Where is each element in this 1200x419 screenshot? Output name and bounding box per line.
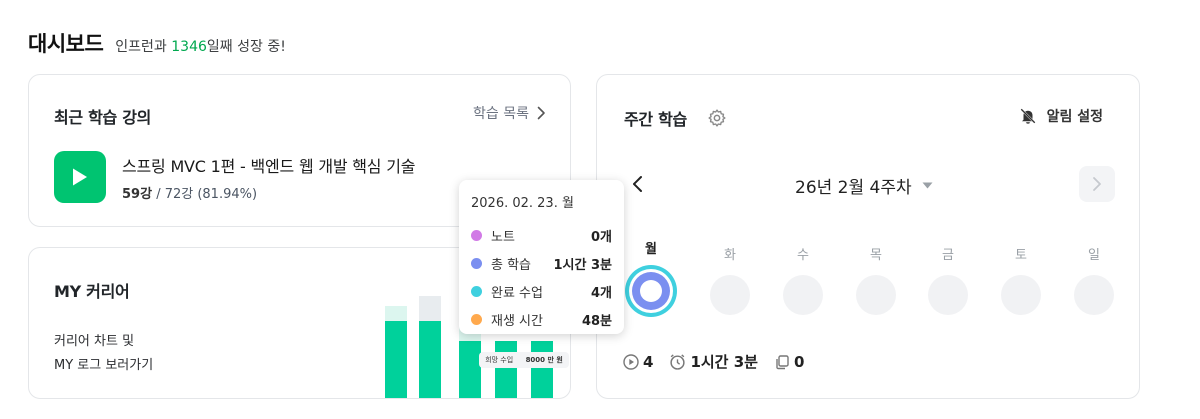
stat-lectures: 4 (623, 353, 653, 371)
weekly-stats: 4 1시간 3분 0 (623, 351, 820, 372)
day-label: 금 (942, 248, 954, 263)
weekly-card-title: 주간 학습 (624, 110, 687, 129)
chevron-right-icon (537, 106, 545, 120)
day-ring[interactable] (856, 275, 896, 315)
tooltip-row-notes: 노트 0개 (471, 221, 612, 249)
career-bar (531, 341, 553, 398)
day-label: 화 (724, 248, 736, 263)
week-selector[interactable]: 26년 2월 4주차 (795, 173, 933, 198)
progress-rest: / 72강 (81.94%) (152, 187, 258, 202)
recent-card-title: 최근 학습 강의 (54, 108, 152, 127)
career-desc-line2: MY 로그 보러가기 (54, 358, 154, 373)
day-ring[interactable] (1001, 275, 1041, 315)
course-list-link[interactable]: 학습 목록 (473, 103, 546, 123)
career-mini-label: 희망 수입 8000 만 원 (479, 352, 569, 368)
play-icon (73, 168, 87, 186)
chevron-right-icon (1093, 177, 1101, 191)
page-subtitle: 인프런과 1346일째 성장 중! (115, 36, 286, 56)
stat-notes: 0 (774, 353, 804, 371)
weekly-learning-card: 주간 학습 알림 설정 26년 2월 4주차 월 화 수 목 금 토 일 4 1… (596, 74, 1140, 399)
day-sat[interactable]: 토 (1001, 247, 1041, 315)
alarm-settings-button[interactable]: 알림 설정 (1019, 106, 1103, 126)
day-mon[interactable]: 월 (625, 242, 677, 317)
tooltip-value: 0개 (590, 229, 612, 245)
career-bar (495, 341, 517, 398)
day-sun[interactable]: 일 (1074, 247, 1114, 315)
legend-dot-icon (471, 257, 482, 269)
career-bar (459, 341, 481, 398)
page-header: 대시보드 인프런과 1346일째 성장 중! (28, 28, 286, 58)
tooltip-value: 1시간 3분 (553, 257, 613, 273)
day-label: 수 (797, 248, 809, 263)
tooltip-label: 노트 (491, 229, 515, 245)
tooltip-date: 2026. 02. 23. 월 (471, 196, 574, 211)
subtitle-prefix: 인프런과 (115, 39, 172, 55)
stat-lectures-value: 4 (643, 352, 654, 371)
day-tue[interactable]: 화 (710, 247, 750, 315)
day-thu[interactable]: 목 (856, 247, 896, 315)
tooltip-value: 4개 (590, 285, 612, 301)
mini-label-value: 8000 만 원 (525, 356, 563, 364)
tooltip-label: 총 학습 (491, 257, 532, 273)
stat-notes-value: 0 (793, 352, 805, 371)
tooltip-value: 48분 (581, 313, 612, 329)
caret-down-icon (922, 182, 933, 189)
day-label: 일 (1088, 248, 1100, 263)
progress-done: 59강 (122, 187, 153, 202)
legend-dot-icon (471, 229, 482, 241)
copy-note-icon (776, 354, 789, 369)
legend-dot-icon (471, 285, 482, 297)
tooltip-row-completed: 완료 수업 4개 (471, 277, 612, 305)
stat-time: 1시간 3분 (669, 351, 758, 372)
alarm-clock-icon (670, 354, 686, 370)
alarm-settings-label: 알림 설정 (1046, 109, 1103, 125)
day-label: 목 (870, 248, 882, 263)
day-label: 토 (1015, 248, 1027, 263)
subtitle-suffix: 일째 성장 중! (206, 39, 286, 55)
tooltip-row-playtime: 재생 시간 48분 (471, 305, 612, 333)
career-description: 커리어 차트 및 MY 로그 보러가기 (54, 330, 153, 378)
day-ring[interactable] (928, 275, 968, 315)
play-button[interactable] (54, 151, 106, 203)
career-desc-line1: 커리어 차트 및 (54, 334, 135, 349)
tooltip-row-total: 총 학습 1시간 3분 (471, 249, 612, 277)
recent-course-item[interactable]: 스프링 MVC 1편 - 백엔드 웹 개발 핵심 기술 59강 / 72강 (8… (54, 151, 415, 203)
career-card-title: MY 커리어 (54, 282, 130, 301)
mini-label-key: 희망 수입 (485, 356, 514, 364)
day-wed[interactable]: 수 (783, 247, 823, 315)
career-bar (419, 321, 441, 398)
day-ring[interactable] (710, 275, 750, 315)
course-title[interactable]: 스프링 MVC 1편 - 백엔드 웹 개발 핵심 기술 (122, 153, 415, 177)
day-ring[interactable] (783, 275, 823, 315)
week-label: 26년 2월 4주차 (795, 178, 912, 198)
play-circle-icon (623, 353, 639, 370)
day-summary-tooltip: 2026. 02. 23. 월 노트 0개 총 학습 1시간 3분 완료 수업 … (459, 180, 624, 334)
subtitle-days: 1346 (171, 39, 207, 55)
day-fri[interactable]: 금 (928, 247, 968, 315)
course-progress: 59강 / 72강 (81.94%) (122, 183, 415, 202)
stat-time-value: 1시간 3분 (690, 353, 758, 371)
tooltip-label: 재생 시간 (491, 313, 543, 329)
career-bar (385, 321, 407, 398)
day-ring[interactable] (1074, 275, 1114, 315)
next-week-button[interactable] (1079, 166, 1115, 202)
day-label: 월 (645, 242, 657, 257)
bell-off-icon (1020, 108, 1036, 124)
chevron-left-icon[interactable] (631, 175, 645, 193)
page-title: 대시보드 (28, 32, 104, 56)
gear-icon[interactable] (707, 108, 727, 128)
legend-dot-icon (471, 313, 482, 325)
tooltip-label: 완료 수업 (491, 285, 543, 301)
course-list-label: 학습 목록 (473, 106, 529, 122)
day-ring-active[interactable] (625, 265, 677, 317)
